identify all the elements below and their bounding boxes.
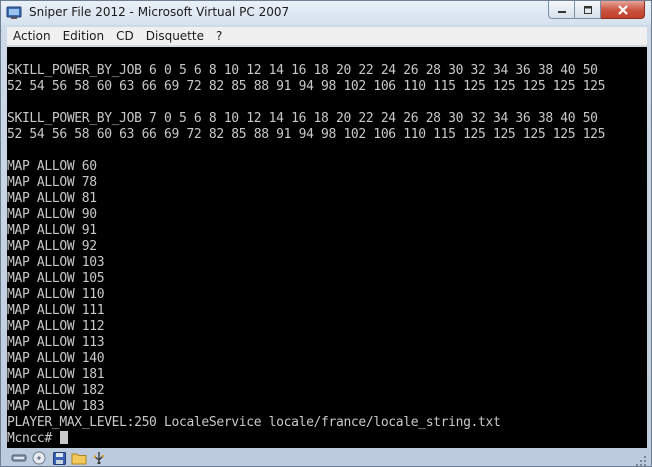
cd-icon[interactable] bbox=[31, 451, 47, 465]
console-line: SKILL_POWER_BY_JOB 7 0 5 6 8 10 12 14 16… bbox=[7, 111, 598, 126]
console-line: MAP ALLOW 78 bbox=[7, 175, 97, 190]
menu-disquette[interactable]: Disquette bbox=[140, 29, 210, 43]
console-line: MAP ALLOW 183 bbox=[7, 399, 105, 414]
console-line: MAP ALLOW 140 bbox=[7, 351, 105, 366]
menu-bar: Action Edition CD Disquette ? bbox=[7, 27, 647, 46]
menu-edition[interactable]: Edition bbox=[57, 29, 111, 43]
console-line: MAP ALLOW 60 bbox=[7, 159, 97, 174]
usb-icon[interactable] bbox=[91, 451, 107, 465]
caption-buttons bbox=[548, 1, 645, 19]
console-line: 52 54 56 58 60 63 66 69 72 82 85 88 91 9… bbox=[7, 79, 606, 94]
console-line: MAP ALLOW 90 bbox=[7, 207, 97, 222]
virtual-pc-icon bbox=[6, 6, 22, 19]
text-cursor bbox=[60, 431, 69, 444]
console-line: MAP ALLOW 113 bbox=[7, 335, 105, 350]
console-line: MAP ALLOW 81 bbox=[7, 191, 97, 206]
virtual-pc-window: Sniper File 2012 - Microsoft Virtual PC … bbox=[0, 0, 652, 467]
console-line: MAP ALLOW 103 bbox=[7, 255, 105, 270]
console-screen[interactable]: SKILL_POWER_BY_JOB 6 0 5 6 8 10 12 14 16… bbox=[7, 47, 647, 448]
maximize-button[interactable] bbox=[575, 1, 601, 19]
resize-grip-icon[interactable] bbox=[635, 455, 647, 467]
menu-cd[interactable]: CD bbox=[110, 29, 140, 43]
floppy-icon[interactable] bbox=[51, 451, 67, 465]
minimize-icon bbox=[557, 10, 566, 13]
maximize-icon bbox=[583, 5, 592, 14]
console-line: MAP ALLOW 92 bbox=[7, 239, 97, 254]
console-line: SKILL_POWER_BY_JOB 6 0 5 6 8 10 12 14 16… bbox=[7, 63, 598, 78]
title-bar[interactable]: Sniper File 2012 - Microsoft Virtual PC … bbox=[1, 1, 651, 25]
menu-help[interactable]: ? bbox=[210, 29, 228, 43]
console-line: PLAYER_MAX_LEVEL:250 LocaleService local… bbox=[7, 415, 501, 430]
menu-action[interactable]: Action bbox=[7, 29, 57, 43]
network-icon[interactable] bbox=[11, 451, 27, 465]
console-line: MAP ALLOW 91 bbox=[7, 223, 97, 238]
console-line: MAP ALLOW 182 bbox=[7, 383, 105, 398]
close-button[interactable] bbox=[601, 1, 645, 19]
console-line: MAP ALLOW 111 bbox=[7, 303, 105, 318]
console-prompt-line[interactable]: Mcncc# bbox=[7, 431, 69, 447]
minimize-button[interactable] bbox=[548, 1, 575, 19]
console-prompt: Mcncc# bbox=[7, 431, 60, 446]
console-line: MAP ALLOW 110 bbox=[7, 287, 105, 302]
status-bar bbox=[7, 449, 647, 467]
console-line: MAP ALLOW 105 bbox=[7, 271, 105, 286]
window-title: Sniper File 2012 - Microsoft Virtual PC … bbox=[29, 5, 290, 19]
console-line: MAP ALLOW 112 bbox=[7, 319, 105, 334]
shared-folder-icon[interactable] bbox=[71, 451, 87, 465]
close-icon bbox=[617, 4, 628, 15]
console-line: 52 54 56 58 60 63 66 69 72 82 85 88 91 9… bbox=[7, 127, 606, 142]
console-line: MAP ALLOW 181 bbox=[7, 367, 105, 382]
